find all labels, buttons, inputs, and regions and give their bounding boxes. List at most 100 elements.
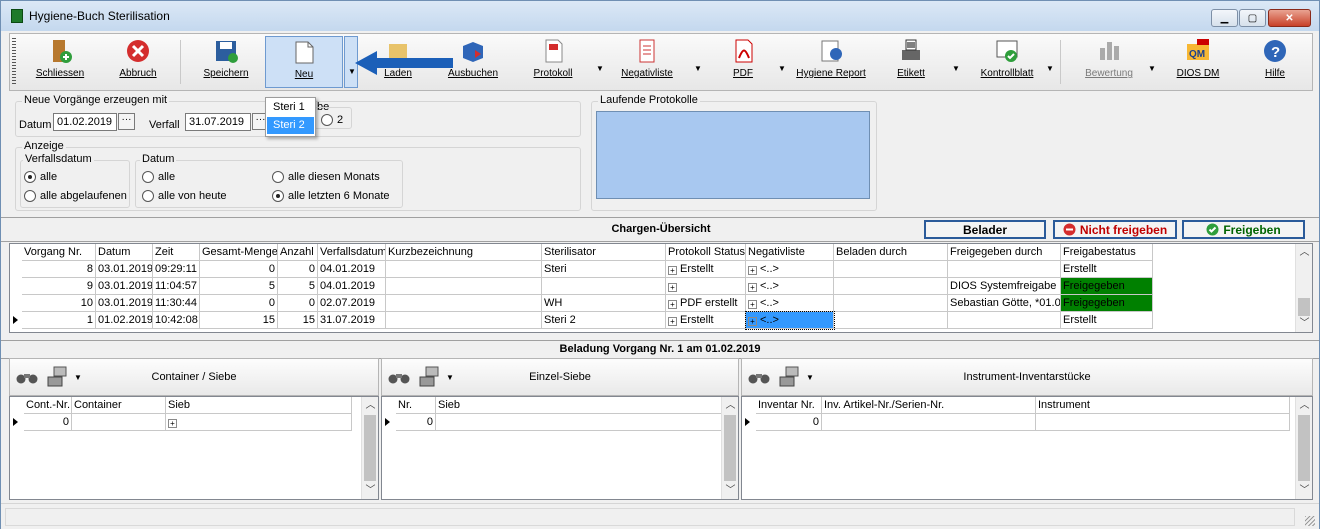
table-cell[interactable]: 02.07.2019 bbox=[318, 295, 386, 312]
table-cell[interactable]: Freigegeben bbox=[1061, 295, 1153, 312]
table-cell[interactable]: + Erstellt bbox=[666, 312, 746, 329]
row-indicator[interactable] bbox=[382, 414, 392, 431]
table-cell[interactable] bbox=[948, 312, 1061, 329]
column-header[interactable]: Freigabestatus bbox=[1061, 244, 1153, 261]
speichern-button[interactable]: Speichern bbox=[196, 36, 256, 88]
bewertung-dropdown-icon[interactable]: ▼ bbox=[1148, 64, 1156, 73]
column-header[interactable]: Container bbox=[72, 397, 166, 414]
table-cell[interactable] bbox=[386, 278, 542, 295]
row-indicator[interactable] bbox=[742, 414, 752, 431]
table-cell[interactable]: 04.01.2019 bbox=[318, 261, 386, 278]
expand-plus-icon[interactable]: + bbox=[748, 266, 757, 275]
expand-plus-icon[interactable]: + bbox=[168, 419, 177, 428]
table-cell[interactable]: 8 bbox=[22, 261, 96, 278]
radio-verfall-abgelaufen[interactable]: alle abgelaufenen bbox=[24, 190, 127, 202]
table-cell[interactable] bbox=[72, 414, 166, 431]
table-cell[interactable]: 5 bbox=[200, 278, 278, 295]
table-cell[interactable]: 11:30:44 bbox=[153, 295, 200, 312]
table-cell[interactable] bbox=[542, 278, 666, 295]
nicht-freigeben-button[interactable]: Nicht freigeben bbox=[1053, 220, 1177, 239]
panel-vscroll[interactable]: ︿ ﹀ bbox=[1295, 397, 1312, 499]
panel-vscroll[interactable]: ︿ ﹀ bbox=[361, 397, 378, 499]
protokoll-dropdown-icon[interactable]: ▼ bbox=[596, 64, 604, 73]
table-cell[interactable]: Erstellt bbox=[1061, 261, 1153, 278]
datum-field[interactable]: 01.02.2019 bbox=[53, 113, 117, 131]
column-header[interactable]: Freigegeben durch bbox=[948, 244, 1061, 261]
column-header[interactable]: Beladen durch bbox=[834, 244, 948, 261]
table-cell[interactable]: Sebastian Götte, *01.01. bbox=[948, 295, 1061, 312]
scroll-up-icon[interactable]: ︿ bbox=[1296, 397, 1312, 414]
column-header[interactable]: Nr. bbox=[396, 397, 436, 414]
column-header[interactable]: Zeit bbox=[153, 244, 200, 261]
table-cell[interactable] bbox=[834, 278, 948, 295]
table-cell[interactable]: 0 bbox=[278, 261, 318, 278]
table-cell[interactable]: + <..> bbox=[746, 261, 834, 278]
column-header[interactable]: Protokoll Status bbox=[666, 244, 746, 261]
kontrollblatt-dropdown-icon[interactable]: ▼ bbox=[1046, 64, 1054, 73]
pdf-dropdown-icon[interactable]: ▼ bbox=[778, 64, 786, 73]
table-cell[interactable]: 15 bbox=[278, 312, 318, 329]
scroll-thumb[interactable] bbox=[724, 415, 736, 481]
table-cell[interactable]: Erstellt bbox=[1061, 312, 1153, 329]
datum-picker-button[interactable]: ··· bbox=[118, 113, 135, 130]
column-header[interactable]: Negativliste bbox=[746, 244, 834, 261]
table-cell[interactable]: 0 bbox=[24, 414, 72, 431]
table-cell[interactable] bbox=[822, 414, 1036, 431]
expand-plus-icon[interactable]: + bbox=[748, 317, 757, 326]
table-cell[interactable] bbox=[834, 312, 948, 329]
table-cell[interactable]: 0 bbox=[200, 261, 278, 278]
table-cell[interactable]: 0 bbox=[278, 295, 318, 312]
table-cell[interactable] bbox=[948, 261, 1061, 278]
table-cell[interactable] bbox=[386, 261, 542, 278]
radio-steri-2[interactable]: 2 bbox=[321, 114, 343, 126]
radio-datum-alle[interactable]: alle bbox=[142, 171, 175, 183]
laufende-protokolle-list[interactable] bbox=[596, 111, 870, 199]
expand-plus-icon[interactable]: + bbox=[668, 266, 677, 275]
column-header[interactable]: Kurzbezeichnung bbox=[386, 244, 542, 261]
column-header[interactable]: Sieb bbox=[166, 397, 352, 414]
column-header[interactable]: Cont.-Nr. bbox=[24, 397, 72, 414]
table-cell[interactable]: + bbox=[666, 278, 746, 295]
column-header[interactable]: Inventar Nr. bbox=[756, 397, 822, 414]
menu-item-steri-2[interactable]: Steri 2 bbox=[267, 117, 314, 134]
verfall-field[interactable]: 31.07.2019 bbox=[185, 113, 251, 131]
column-header[interactable]: Sterilisator bbox=[542, 244, 666, 261]
hilfe-button[interactable]: ? Hilfe bbox=[1250, 36, 1300, 88]
column-header[interactable]: Anzahl bbox=[278, 244, 318, 261]
radio-alle-letzten-6[interactable]: alle letzten 6 Monate bbox=[272, 190, 390, 202]
table-cell[interactable]: + PDF erstellt bbox=[666, 295, 746, 312]
radio-alle-diesen-monats[interactable]: alle diesen Monats bbox=[272, 171, 380, 183]
table-cell[interactable]: + <..> bbox=[746, 295, 834, 312]
expand-plus-icon[interactable]: + bbox=[748, 283, 757, 292]
column-header[interactable]: Instrument bbox=[1036, 397, 1290, 414]
chargen-vscroll[interactable]: ︿ ﹀ bbox=[1295, 244, 1312, 332]
table-cell[interactable]: 03.01.2019 bbox=[96, 278, 153, 295]
scroll-up-icon[interactable]: ︿ bbox=[1296, 244, 1312, 261]
freigeben-button[interactable]: Freigeben bbox=[1182, 220, 1305, 239]
abbruch-button[interactable]: Abbruch bbox=[110, 36, 166, 88]
expand-plus-icon[interactable]: + bbox=[668, 283, 677, 292]
kontrollblatt-button[interactable]: Kontrollblatt bbox=[972, 36, 1042, 88]
table-cell[interactable]: + bbox=[166, 414, 352, 431]
scroll-down-icon[interactable]: ﹀ bbox=[1296, 482, 1312, 499]
table-cell[interactable]: 0 bbox=[396, 414, 436, 431]
table-cell[interactable]: 1 bbox=[22, 312, 96, 329]
minimize-button[interactable]: ▁ bbox=[1211, 9, 1238, 27]
table-cell[interactable] bbox=[436, 414, 736, 431]
radio-verfall-alle[interactable]: alle bbox=[24, 171, 57, 183]
resize-grip[interactable] bbox=[1305, 516, 1315, 526]
schliessen-button[interactable]: Schliessen bbox=[32, 36, 88, 88]
etikett-button[interactable]: Etikett bbox=[886, 36, 936, 88]
pdf-button[interactable]: PDF bbox=[718, 36, 768, 88]
table-cell[interactable] bbox=[386, 295, 542, 312]
scroll-thumb[interactable] bbox=[1298, 298, 1310, 316]
scroll-thumb[interactable] bbox=[1298, 415, 1310, 481]
table-cell[interactable]: 01.02.2019 bbox=[96, 312, 153, 329]
toolbar-grip[interactable] bbox=[12, 38, 16, 86]
row-indicator[interactable] bbox=[10, 278, 20, 295]
table-cell[interactable]: 0 bbox=[200, 295, 278, 312]
column-header[interactable]: Vorgang Nr. bbox=[22, 244, 96, 261]
belader-button[interactable]: Belader bbox=[924, 220, 1046, 239]
maximize-button[interactable]: ▢ bbox=[1239, 9, 1266, 27]
row-indicator[interactable] bbox=[10, 312, 20, 329]
